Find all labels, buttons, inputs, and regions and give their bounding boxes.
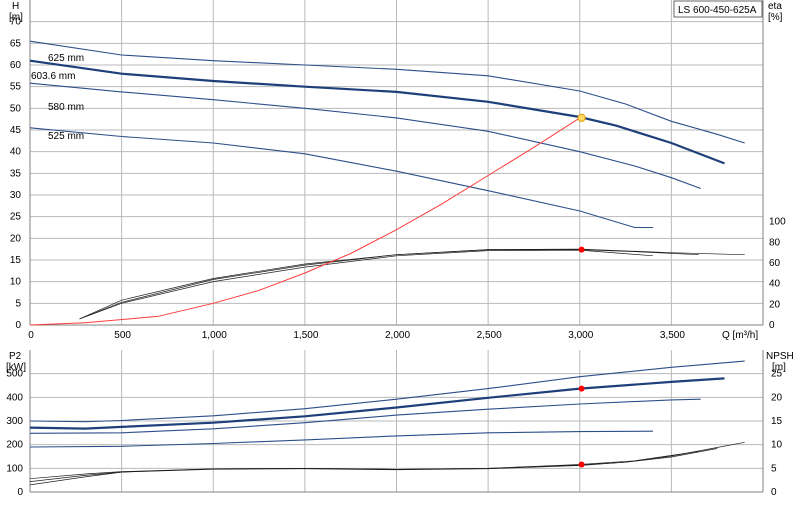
power-curve-625 xyxy=(29,360,745,423)
x-tick-label-0: 0 xyxy=(28,330,34,341)
head-curve-580 xyxy=(29,82,701,190)
grid-layer xyxy=(29,0,764,493)
top-y-right-label-1: eta xyxy=(768,1,782,12)
bottom-y-right-tick-0: 0 xyxy=(771,487,777,498)
bottom-y-left-tick-0: 0 xyxy=(17,487,23,498)
x-tick-label-500: 500 xyxy=(114,330,131,341)
top-y-left-tick-65: 65 xyxy=(10,38,22,49)
top-y-right-tick-100: 100 xyxy=(769,217,786,228)
npsh-curve-2 xyxy=(29,450,699,480)
top-y-left-tick-70: 70 xyxy=(10,17,22,28)
bottom-y-left-tick-400: 400 xyxy=(6,392,23,403)
npsh-curve-0 xyxy=(29,441,745,486)
chart-title: LS 600-450-625A xyxy=(678,5,757,16)
bottom-y-left-tick-200: 200 xyxy=(6,440,23,451)
top-y-right-tick-80: 80 xyxy=(769,237,781,248)
curve-label-625: 625 mm xyxy=(48,53,84,64)
x-tick-label-2000: 2,000 xyxy=(385,330,410,341)
top-y-left-tick-5: 5 xyxy=(15,298,21,309)
bottom-y-left-tick-300: 300 xyxy=(6,416,23,427)
bottom-y-right-tick-15: 15 xyxy=(771,416,783,427)
bottom-y-right-tick-25: 25 xyxy=(771,369,783,380)
operating-point-npsh xyxy=(578,461,585,468)
top-y-left-tick-15: 15 xyxy=(10,255,22,266)
curve-label-603: 603.6 mm xyxy=(31,71,75,82)
top-y-left-tick-45: 45 xyxy=(10,125,22,136)
x-tick-label-1500: 1,500 xyxy=(293,330,318,341)
top-y-right-tick-0: 0 xyxy=(769,320,775,331)
top-y-left-tick-0: 0 xyxy=(15,320,21,331)
power-curve-580 xyxy=(29,398,701,434)
x-tick-label-2500: 2,500 xyxy=(477,330,502,341)
top-y-left-tick-55: 55 xyxy=(10,82,22,93)
npsh-curve-1 xyxy=(29,448,718,482)
head-curve-525 xyxy=(29,127,653,229)
x-tick-label-3500: 3,500 xyxy=(660,330,685,341)
top-y-left-label-1: H xyxy=(12,1,19,12)
bottom-y-right-label-1: NPSH xyxy=(766,351,794,362)
operating-point-power xyxy=(578,385,585,392)
x-axis-label: Q [m³/h] xyxy=(722,330,758,341)
curve-label-580: 580 mm xyxy=(48,102,84,113)
bottom-y-right-tick-5: 5 xyxy=(771,463,777,474)
operating-point-efficiency xyxy=(578,246,585,253)
top-y-right-tick-60: 60 xyxy=(769,258,781,269)
chart-svg: LS 600-450-625A H [m] eta [%] Q [m³/h] P… xyxy=(6,0,794,498)
bottom-y-left-tick-100: 100 xyxy=(6,463,23,474)
top-y-left-tick-20: 20 xyxy=(10,233,22,244)
top-y-left-tick-40: 40 xyxy=(10,147,22,158)
top-y-left-tick-35: 35 xyxy=(10,168,22,179)
top-y-right-tick-20: 20 xyxy=(769,299,781,310)
top-y-right-label-2: [%] xyxy=(768,12,783,23)
top-y-left-tick-30: 30 xyxy=(10,190,22,201)
bottom-y-right-tick-10: 10 xyxy=(771,440,783,451)
top-y-left-tick-10: 10 xyxy=(10,277,22,288)
bottom-y-left-tick-500: 500 xyxy=(6,369,23,380)
bottom-y-right-tick-20: 20 xyxy=(771,392,783,403)
curves-layer xyxy=(29,40,745,486)
curve-label-525: 525 mm xyxy=(48,131,84,142)
top-y-right-tick-40: 40 xyxy=(769,279,781,290)
operating-point-head xyxy=(577,113,586,122)
top-y-left-tick-60: 60 xyxy=(10,60,22,71)
pump-performance-chart: LS 600-450-625A H [m] eta [%] Q [m³/h] P… xyxy=(0,0,800,520)
bottom-y-left-label-1: P2 xyxy=(9,351,22,362)
top-y-left-tick-25: 25 xyxy=(10,212,22,223)
x-tick-label-1000: 1,000 xyxy=(202,330,227,341)
x-tick-label-3000: 3,000 xyxy=(568,330,593,341)
head-curve-6036 xyxy=(29,59,725,165)
top-y-left-tick-50: 50 xyxy=(10,103,22,114)
labels-layer: LS 600-450-625A H [m] eta [%] Q [m³/h] P… xyxy=(6,0,794,498)
